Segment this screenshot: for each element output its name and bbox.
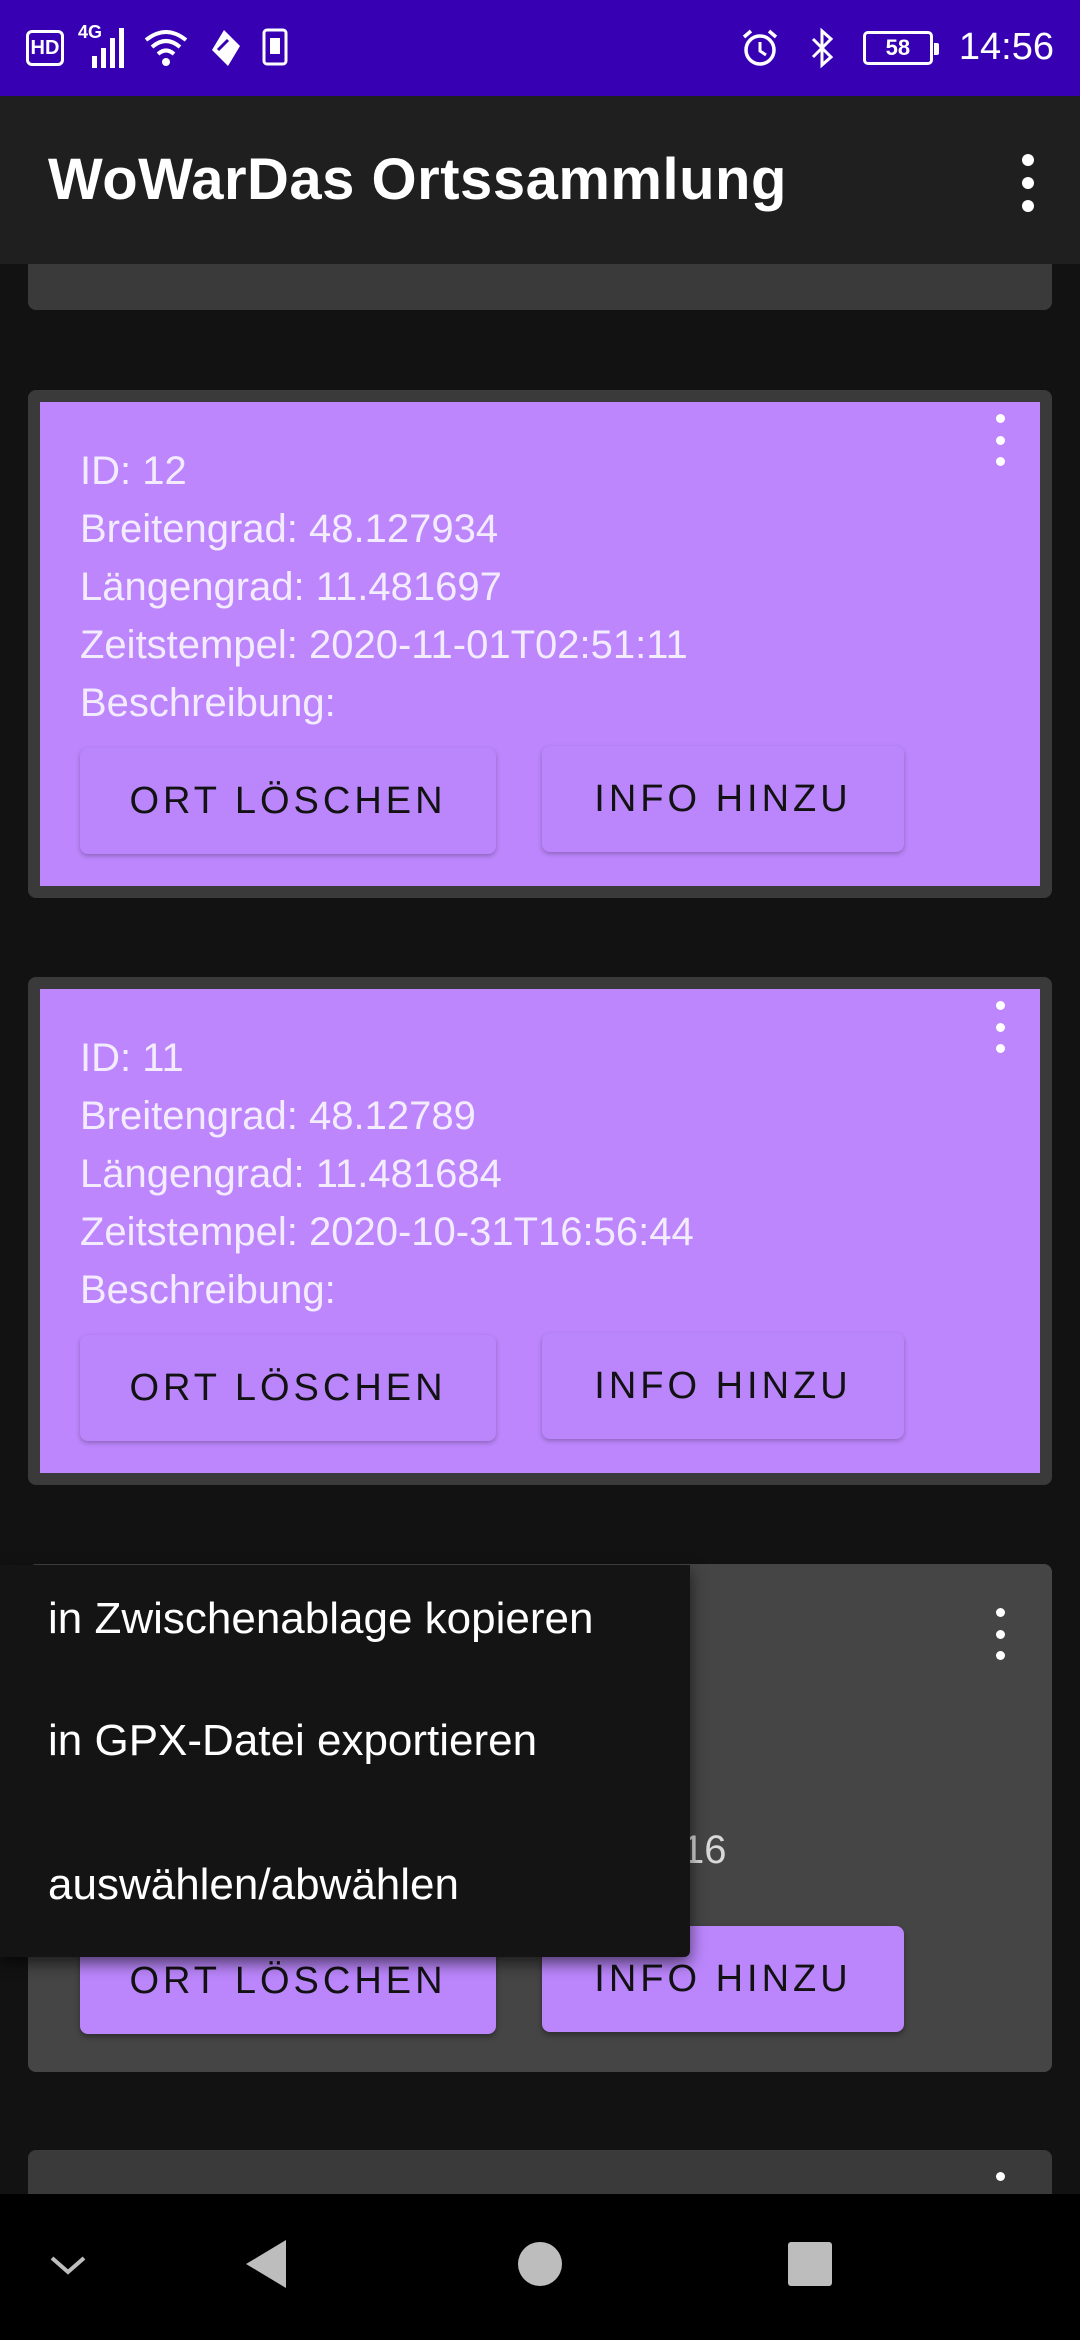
overflow-dot xyxy=(1022,177,1034,189)
menu-dot xyxy=(995,1651,1005,1660)
navigation-bar xyxy=(0,2194,1080,2340)
app-bar: WoWarDas Ortssammlung xyxy=(0,96,1080,264)
page-title: WoWarDas Ortssammlung xyxy=(48,147,787,212)
delete-location-button[interactable]: ORT LÖSCHEN xyxy=(80,748,496,854)
card-menu-icon[interactable] xyxy=(992,2172,1008,2194)
description: Beschreibung: xyxy=(80,681,336,725)
card-context-menu: in Zwischenablage kopieren in GPX-Datei … xyxy=(0,1565,690,1957)
menu-dot xyxy=(995,1608,1005,1617)
menu-dot xyxy=(995,1629,1005,1639)
hd-label: HD xyxy=(30,36,60,59)
hide-nav-chevron-icon[interactable] xyxy=(46,2250,90,2280)
menu-dot xyxy=(995,435,1005,445)
menu-dot xyxy=(995,457,1005,466)
location-card xyxy=(28,264,1052,310)
menu-dot xyxy=(995,414,1005,423)
menu-dot xyxy=(995,2172,1005,2181)
menu-dot xyxy=(995,1022,1005,1032)
card-menu-icon[interactable] xyxy=(992,1608,1008,1660)
signal-boost-icon xyxy=(212,30,240,66)
sim-card-icon xyxy=(262,28,288,66)
overflow-dot xyxy=(1022,154,1034,166)
bluetooth-icon xyxy=(811,27,834,68)
location-id: ID: 12 xyxy=(80,449,187,493)
latitude: Breitengrad: 48.12789 xyxy=(80,1094,476,1138)
latitude: Breitengrad: 48.127934 xyxy=(80,507,499,551)
timestamp: Zeitstempel: 2020-11-01T02:51:11 xyxy=(80,623,688,667)
battery-icon: 58 xyxy=(862,30,939,65)
alarm-icon xyxy=(742,29,778,66)
menu-item-select-toggle[interactable]: auswählen/abwählen xyxy=(0,1813,690,1957)
hd-icon: HD xyxy=(26,30,64,66)
card-menu-icon[interactable] xyxy=(992,1001,1008,1053)
description: Beschreibung: xyxy=(80,1268,336,1312)
location-id: ID: 11 xyxy=(80,1036,184,1080)
cellular-signal-icon: 4G xyxy=(78,22,128,70)
add-info-button[interactable]: INFO HINZU xyxy=(542,746,904,852)
status-bar: HD 4G 58 14:56 xyxy=(0,0,1080,96)
menu-item-export-gpx[interactable]: in GPX-Datei exportieren xyxy=(0,1669,690,1813)
longitude: Längengrad: 11.481684 xyxy=(80,1152,502,1196)
overflow-dot xyxy=(1022,200,1034,212)
battery-level: 58 xyxy=(885,34,911,60)
recents-icon[interactable] xyxy=(786,2234,834,2294)
location-card-selected[interactable]: ID: 11 Breitengrad: 48.12789 Längengrad:… xyxy=(28,977,1052,1485)
timestamp: Zeitstempel: 2020-10-31T16:56:44 xyxy=(80,1210,694,1254)
back-icon[interactable] xyxy=(242,2234,292,2294)
location-card[interactable] xyxy=(28,2150,1052,2194)
delete-location-button[interactable]: ORT LÖSCHEN xyxy=(80,1335,496,1441)
add-info-button[interactable]: INFO HINZU xyxy=(542,1333,904,1439)
location-details: ID: 11 Breitengrad: 48.12789 Längengrad:… xyxy=(80,1029,694,1319)
location-details: ID: 12 Breitengrad: 48.127934 Längengrad… xyxy=(80,442,688,732)
location-card-selected[interactable]: ID: 12 Breitengrad: 48.127934 Längengrad… xyxy=(28,390,1052,898)
menu-dot xyxy=(995,1001,1005,1010)
home-icon[interactable] xyxy=(516,2234,564,2294)
longitude: Längengrad: 11.481697 xyxy=(80,565,502,609)
menu-dot xyxy=(995,1044,1005,1053)
card-menu-icon[interactable] xyxy=(992,414,1008,466)
overflow-menu-icon[interactable] xyxy=(1016,154,1040,212)
clock: 14:56 xyxy=(958,26,1054,68)
wifi-icon xyxy=(144,30,188,66)
menu-item-copy-to-clipboard[interactable]: in Zwischenablage kopieren xyxy=(0,1565,690,1669)
